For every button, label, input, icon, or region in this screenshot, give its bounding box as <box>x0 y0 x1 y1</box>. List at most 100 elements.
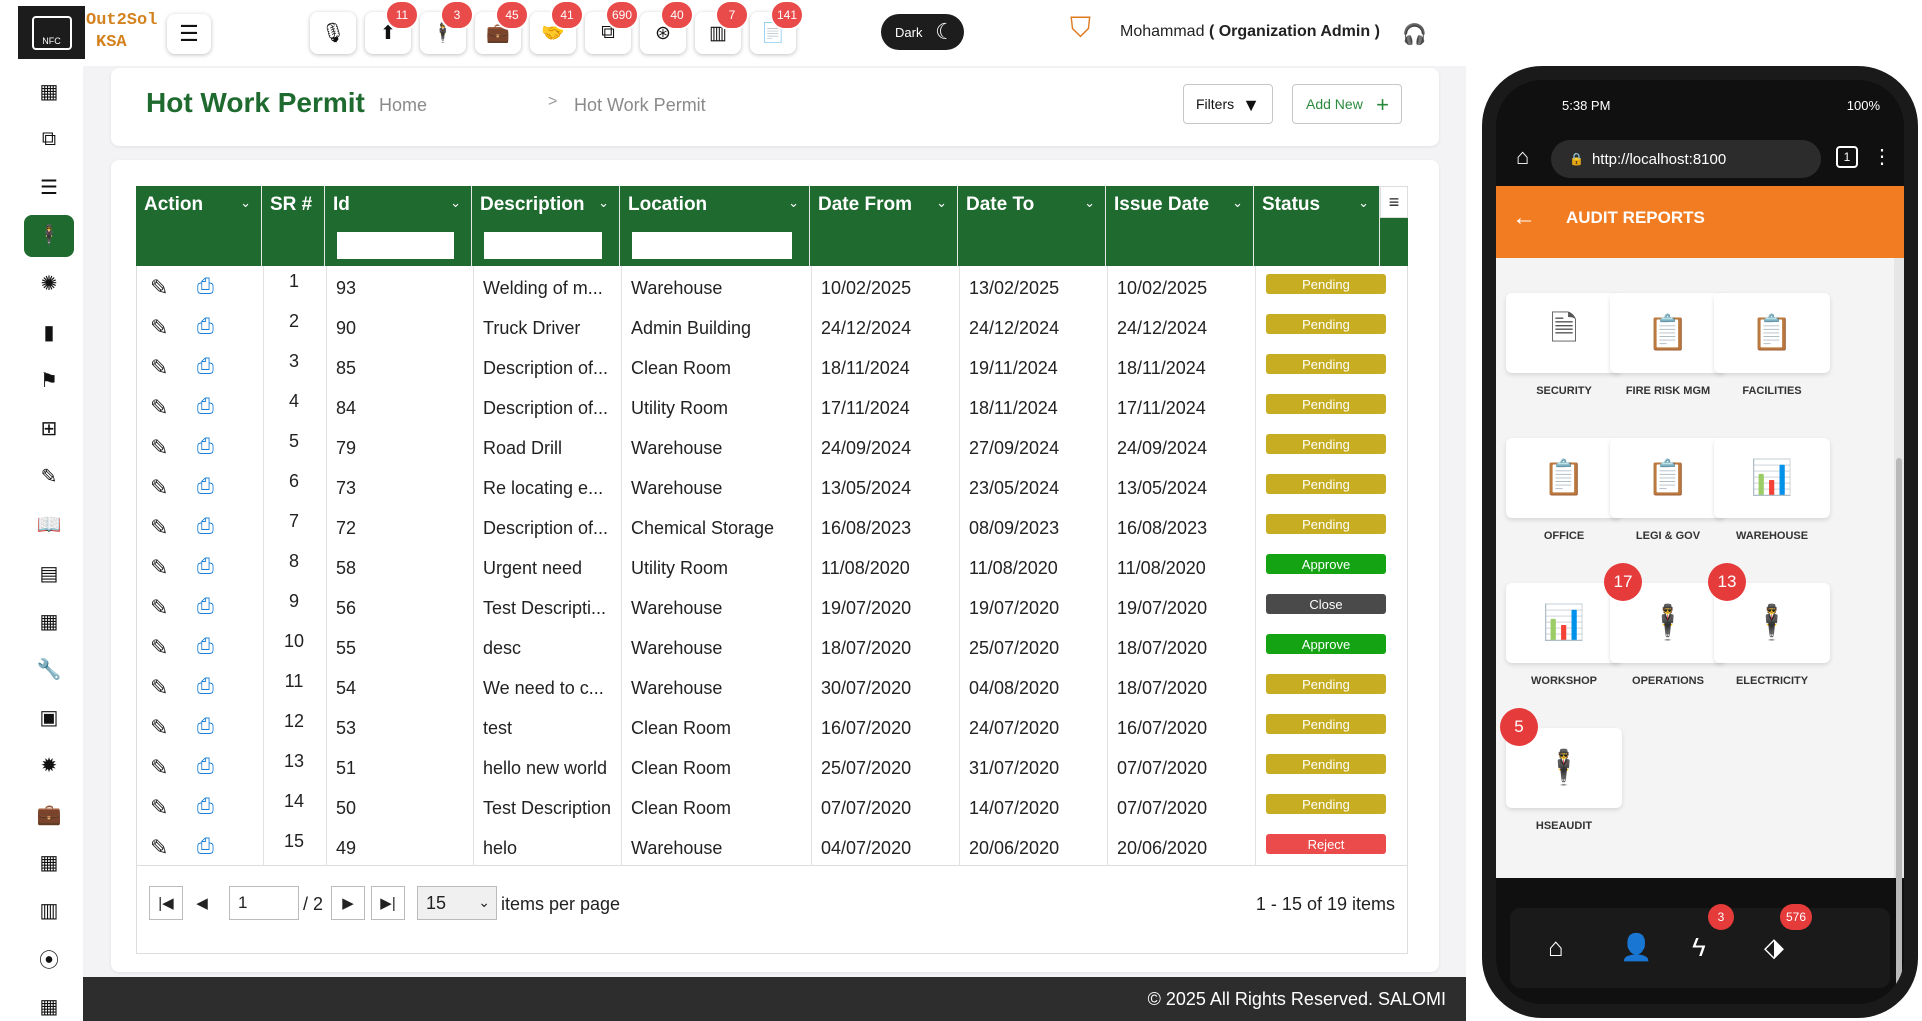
edit-icon[interactable]: ✎ <box>150 675 168 701</box>
back-arrow-icon[interactable]: ← <box>1512 204 1536 232</box>
menu-toggle-button[interactable]: ☰ <box>167 14 211 54</box>
print-icon[interactable]: ⎙ <box>197 475 214 499</box>
edit-icon[interactable]: ✎ <box>150 555 168 581</box>
toolbar-button-briefcase[interactable]: 💼 45 <box>475 0 529 54</box>
audit-tile-fire-risk-mgm[interactable]: 📋 <box>1610 293 1726 373</box>
next-page-button[interactable]: ▶ <box>331 886 365 920</box>
edit-icon[interactable]: ✎ <box>150 595 168 621</box>
user-icon[interactable]: 👤 <box>1620 932 1652 963</box>
page-number-input[interactable]: 1 <box>229 886 299 920</box>
sidebar-item-bar-chart[interactable]: ▮ <box>24 311 74 353</box>
sidebar-item-person[interactable]: 🕴 <box>24 214 74 257</box>
table-row[interactable]: ✎ ⎙ 2 90 Truck Driver Admin Building 24/12/202… <box>137 308 1409 348</box>
column-filter-input[interactable] <box>337 232 454 259</box>
phone-scrollbar-thumb[interactable] <box>1896 458 1902 1004</box>
table-row[interactable]: ✎ ⎙ 11 54 We need to c... Warehouse 30/07/2020… <box>137 668 1409 708</box>
table-row[interactable]: ✎ ⎙ 10 55 desc Warehouse 18/07/2020 25/07/2020 1… <box>137 628 1409 668</box>
toolbar-button-handshake[interactable]: 🤝 41 <box>530 0 584 54</box>
print-icon[interactable]: ⎙ <box>197 795 214 819</box>
column-filter-input[interactable] <box>484 232 602 259</box>
sidebar-item-pencil[interactable]: ✎ <box>24 456 74 498</box>
sidebar-item-toolbox[interactable]: 💼 <box>24 793 74 835</box>
audit-tile-legi-gov[interactable]: 📋 <box>1610 438 1726 518</box>
chevron-down-icon[interactable]: ⌄ <box>450 195 461 211</box>
column-header-date-from[interactable]: Date From ⌄ <box>810 186 958 266</box>
table-row[interactable]: ✎ ⎙ 5 79 Road Drill Warehouse 24/09/2024 27/09/… <box>137 428 1409 468</box>
home-icon[interactable]: ⌂ <box>1548 932 1564 963</box>
sidebar-item-barcode[interactable]: ▥ <box>24 889 74 931</box>
edit-icon[interactable]: ✎ <box>150 355 168 381</box>
column-header-issue-date[interactable]: Issue Date ⌄ <box>1106 186 1254 266</box>
chevron-down-icon[interactable]: ⌄ <box>1232 195 1243 211</box>
breadcrumb-home[interactable]: Home <box>379 95 427 116</box>
column-header-description[interactable]: Description ⌄ <box>472 186 620 266</box>
filters-button[interactable]: Filters ▼ <box>1183 84 1273 124</box>
toolbar-button-barcode[interactable]: ▥ 7 <box>695 0 749 54</box>
user-info[interactable]: Mohammad ( Organization Admin ) <box>1120 23 1380 41</box>
page-size-select[interactable]: 15 ⌄ <box>417 886 497 920</box>
table-row[interactable]: ✎ ⎙ 6 73 Re locating e... Warehouse 13/05/2024… <box>137 468 1409 508</box>
table-row[interactable]: ✎ ⎙ 4 84 Description of... Utility Room 17/11/… <box>137 388 1409 428</box>
sidebar-item-teacher[interactable]: ⚑ <box>24 359 74 401</box>
sidebar-item-book[interactable]: 📖 <box>24 504 74 546</box>
audit-tile-warehouse[interactable]: 📊 <box>1714 438 1830 518</box>
sidebar-item-virus[interactable]: ✺ <box>24 263 74 305</box>
table-row[interactable]: ✎ ⎙ 7 72 Description of... Chemical Storage 16… <box>137 508 1409 548</box>
column-header-status[interactable]: Status ⌄ <box>1254 186 1380 266</box>
print-icon[interactable]: ⎙ <box>197 595 214 619</box>
print-icon[interactable]: ⎙ <box>197 395 214 419</box>
column-header-date-to[interactable]: Date To ⌄ <box>958 186 1106 266</box>
edit-icon[interactable]: ✎ <box>150 715 168 741</box>
prev-page-button[interactable]: ◀ <box>185 886 219 920</box>
edit-icon[interactable]: ✎ <box>150 635 168 661</box>
sidebar-item-grid[interactable]: ▦ <box>24 986 74 1021</box>
shield-avatar-icon[interactable]: ⛉ <box>1070 12 1100 46</box>
phone-scrollbar[interactable] <box>1894 258 1904 1004</box>
print-icon[interactable]: ⎙ <box>197 315 214 339</box>
tag-icon[interactable]: ⬗ <box>1764 932 1784 963</box>
table-row[interactable]: ✎ ⎙ 1 93 Welding of m... Warehouse 10/02/2025 1… <box>137 268 1409 308</box>
table-row[interactable]: ✎ ⎙ 14 50 Test Description Clean Room 07/07/20… <box>137 788 1409 828</box>
first-page-button[interactable]: |◀ <box>149 886 183 920</box>
chevron-down-icon[interactable]: ⌄ <box>240 195 251 211</box>
edit-icon[interactable]: ✎ <box>150 475 168 501</box>
app-logo[interactable]: NFC <box>18 6 85 59</box>
sidebar-item-notebook[interactable]: ▤ <box>24 552 74 594</box>
table-row[interactable]: ✎ ⎙ 8 58 Urgent need Utility Room 11/08/2020 11… <box>137 548 1409 588</box>
sidebar-item-gear[interactable]: ✹ <box>24 745 74 787</box>
audit-tile-security[interactable]: 🗎 <box>1506 293 1622 373</box>
table-row[interactable]: ✎ ⎙ 13 51 hello new world Clean Room 25/07/202… <box>137 748 1409 788</box>
print-icon[interactable]: ⎙ <box>197 355 214 379</box>
chevron-down-icon[interactable]: ⌄ <box>598 195 609 211</box>
browser-tabs-button[interactable]: 1 <box>1836 146 1858 168</box>
sidebar-item-location[interactable]: ⦿ <box>24 938 74 980</box>
sidebar-item-medical-monitor[interactable]: ⊞ <box>24 407 74 449</box>
print-icon[interactable]: ⎙ <box>197 635 214 659</box>
print-icon[interactable]: ⎙ <box>197 435 214 459</box>
chevron-down-icon[interactable]: ⌄ <box>936 195 947 211</box>
sidebar-item-chip[interactable]: ▣ <box>24 697 74 739</box>
edit-icon[interactable]: ✎ <box>150 275 168 301</box>
toolbar-button-lifebuoy[interactable]: ⊛ 40 <box>640 0 694 54</box>
edit-icon[interactable]: ✎ <box>150 515 168 541</box>
chevron-down-icon[interactable]: ⌄ <box>1084 195 1095 211</box>
edit-icon[interactable]: ✎ <box>150 795 168 821</box>
toolbar-button-document[interactable]: 📄 141 <box>750 0 804 54</box>
print-icon[interactable]: ⎙ <box>197 835 214 859</box>
sidebar-item-list[interactable]: ☰ <box>24 166 74 208</box>
dark-mode-toggle[interactable]: Dark ☾ <box>881 14 964 50</box>
sidebar-item-building[interactable]: ▦ <box>24 841 74 883</box>
audit-tile-office[interactable]: 📋 <box>1506 438 1622 518</box>
lightning-icon[interactable]: ϟ <box>1692 932 1706 963</box>
sidebar-item-copy[interactable]: ⧉ <box>24 118 74 160</box>
edit-icon[interactable]: ✎ <box>150 835 168 861</box>
table-row[interactable]: ✎ ⎙ 12 53 test Clean Room 16/07/2020 24/07/2020… <box>137 708 1409 748</box>
chevron-down-icon[interactable]: ⌄ <box>788 195 799 211</box>
table-row[interactable]: ✎ ⎙ 9 56 Test Descripti... Warehouse 19/07/202… <box>137 588 1409 628</box>
last-page-button[interactable]: ▶| <box>371 886 405 920</box>
toolbar-button-microphone[interactable]: 🎙 <box>310 12 356 54</box>
sidebar-item-checklist[interactable]: ▦ <box>24 600 74 642</box>
column-header-sr[interactable]: SR # <box>262 186 325 266</box>
print-icon[interactable]: ⎙ <box>197 515 214 539</box>
audit-tile-workshop[interactable]: 📊 <box>1506 583 1622 663</box>
